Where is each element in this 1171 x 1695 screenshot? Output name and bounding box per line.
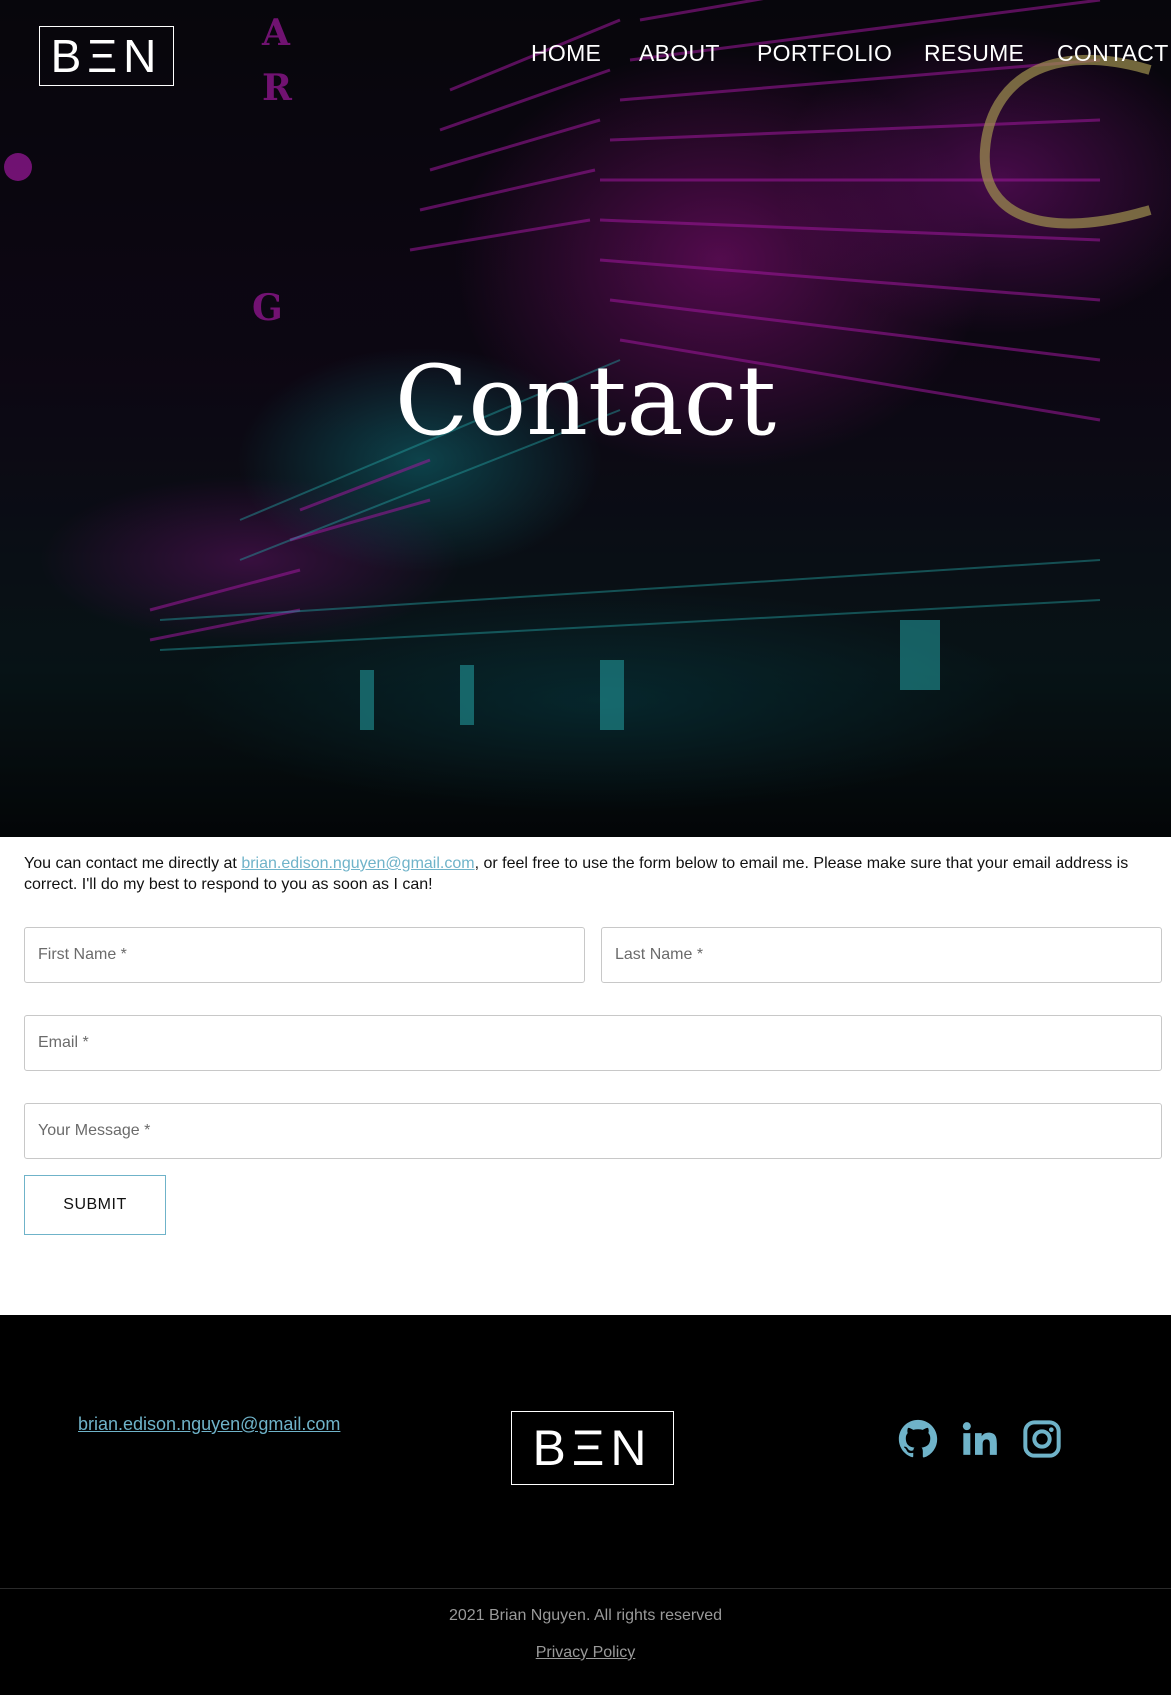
first-name-input[interactable]: [24, 927, 585, 983]
instagram-icon[interactable]: [1022, 1419, 1062, 1459]
footer-logo[interactable]: BΞN: [511, 1411, 674, 1485]
linkedin-icon[interactable]: [960, 1419, 1000, 1459]
main-nav: HOME ABOUT PORTFOLIO RESUME CONTACT: [0, 40, 1171, 72]
privacy-policy-link[interactable]: Privacy Policy: [0, 1644, 1171, 1662]
submit-button[interactable]: SUBMIT: [24, 1175, 166, 1235]
nav-about[interactable]: ABOUT: [639, 40, 720, 67]
page-title: Contact: [394, 345, 777, 457]
footer-divider: [0, 1588, 1171, 1589]
message-input[interactable]: [24, 1103, 1162, 1159]
site-footer: brian.edison.nguyen@gmail.com BΞN: [0, 1315, 1171, 1695]
hero-banner: A R G BΞN HOME ABOUT PORTFOLIO RESUME CO…: [0, 0, 1171, 837]
footer-logo-text: BΞN: [532, 1420, 653, 1476]
nav-home[interactable]: HOME: [531, 40, 601, 67]
contact-intro: You can contact me directly at brian.edi…: [24, 853, 1149, 895]
intro-text-before: You can contact me directly at: [24, 855, 242, 872]
nav-resume[interactable]: RESUME: [924, 40, 1024, 67]
intro-email-link[interactable]: brian.edison.nguyen@gmail.com: [241, 855, 474, 872]
last-name-input[interactable]: [601, 927, 1162, 983]
nav-portfolio[interactable]: PORTFOLIO: [757, 40, 892, 67]
copyright-text: 2021 Brian Nguyen. All rights reserved: [448, 1607, 723, 1624]
github-icon[interactable]: [898, 1419, 938, 1459]
footer-email-link[interactable]: brian.edison.nguyen@gmail.com: [78, 1414, 340, 1435]
nav-contact[interactable]: CONTACT: [1057, 40, 1169, 67]
email-input[interactable]: [24, 1015, 1162, 1071]
